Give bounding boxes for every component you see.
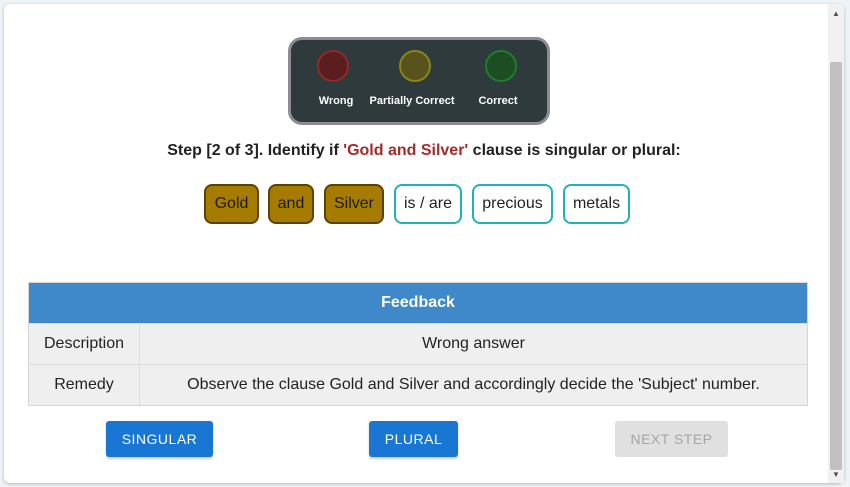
feedback-table: Feedback Description Wrong answer Remedy… (28, 282, 808, 406)
word-chip-and[interactable]: and (268, 184, 314, 224)
feedback-row-description: Description Wrong answer (29, 323, 807, 364)
vertical-scrollbar[interactable]: ▲ ▼ (828, 4, 844, 483)
feedback-key: Description (29, 324, 140, 364)
question-suffix: clause is singular or plural: (468, 142, 681, 159)
word-chip-is-are[interactable]: is / are (394, 184, 462, 224)
singular-button[interactable]: SINGULAR (106, 421, 213, 457)
question-text: Step [2 of 3]. Identify if 'Gold and Sil… (4, 142, 844, 160)
green-light-icon (485, 50, 517, 82)
question-prefix: Step [2 of 3]. Identify if (167, 142, 344, 159)
scroll-down-arrow-icon[interactable]: ▼ (828, 467, 844, 481)
word-chip-silver[interactable]: Silver (324, 184, 384, 224)
word-chip-precious[interactable]: precious (472, 184, 553, 224)
feedback-value: Wrong answer (422, 335, 525, 352)
scroll-thumb[interactable] (830, 62, 842, 470)
word-chip-metals[interactable]: metals (563, 184, 630, 224)
word-chips: Gold and Silver is / are precious metals (4, 184, 844, 228)
feedback-row-remedy: Remedy Observe the clause Gold and Silve… (29, 364, 807, 405)
yellow-light-icon (399, 50, 431, 82)
word-chip-gold[interactable]: Gold (204, 184, 259, 224)
exercise-card: Wrong Partially Correct Correct Step [2 … (4, 4, 844, 483)
feedback-value: Observe the clause Gold and Silver and a… (187, 376, 760, 393)
red-light-icon (317, 50, 349, 82)
indicator-label: Partially Correct (369, 95, 455, 107)
next-step-button[interactable]: NEXT STEP (615, 421, 728, 457)
plural-button[interactable]: PLURAL (369, 421, 458, 457)
indicator-label: Correct (478, 95, 518, 107)
scroll-up-arrow-icon[interactable]: ▲ (828, 6, 844, 20)
status-indicator-panel: Wrong Partially Correct Correct (288, 37, 550, 125)
feedback-title: Feedback (29, 283, 807, 323)
feedback-key: Remedy (29, 365, 140, 405)
question-highlight: 'Gold and Silver' (343, 142, 469, 159)
